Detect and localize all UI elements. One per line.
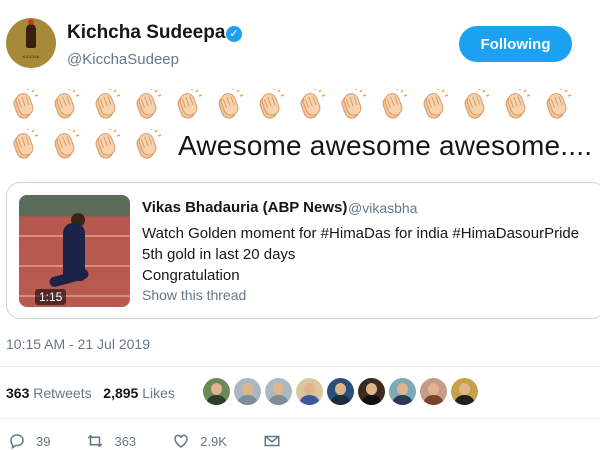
quoted-line: Congratulation [142,267,240,284]
liker-body [237,395,258,405]
liker-avatar-5[interactable] [327,378,354,405]
likes-count: 2,895 [103,385,139,401]
following-button[interactable]: Following [459,26,572,62]
liker-avatar-8[interactable] [420,378,447,405]
liker-face [273,383,284,395]
liker-face [242,383,253,395]
liker-avatar-9[interactable] [451,378,478,405]
quoted-tweet-text: Watch Golden moment for #HimaDas for ind… [142,223,579,286]
heart-icon [174,434,188,448]
clapping-hands-icon [293,89,327,123]
verified-badge-icon: ✓ [226,26,242,42]
reply-button[interactable]: 39 [8,432,50,450]
retweet-action-count: 363 [114,433,137,449]
like-action-count: 2.9K [200,433,227,449]
clapping-hands-icon [334,89,368,123]
quoted-tweet-card[interactable]: 1:15 Vikas Bhadauria (ABP News) @vikasbh… [6,182,600,319]
liker-body [392,395,413,405]
liker-face [397,383,408,395]
engagement-stats: 363 Retweets 2,895 Likes [6,385,175,401]
clap-emoji-row-2: Awesome awesome awesome.... [6,126,596,166]
quoted-author-name[interactable]: Vikas Bhadauria (ABP News) [142,199,347,216]
retweet-count: 363 [6,385,30,401]
liker-face [211,383,222,395]
likes-label: Likes [142,385,175,401]
likes-count-link[interactable]: 2,895 Likes [103,385,175,401]
quoted-line: 5th gold in last 20 days [142,246,296,263]
envelope-icon [264,435,280,447]
quoted-video-thumbnail[interactable]: 1:15 [19,195,130,307]
author-display-name[interactable]: Kichcha Sudeepa [67,22,225,44]
clapping-hands-icon [47,89,81,123]
liker-avatar-4[interactable] [296,378,323,405]
liker-face [335,383,346,395]
liker-face [428,383,439,395]
clapping-hands-icon [375,89,409,123]
clapping-hands-icon [211,89,245,123]
liker-body [268,395,289,405]
clapping-hands-icon [129,89,163,123]
liker-avatar-3[interactable] [265,378,292,405]
like-button[interactable]: 2.9K [172,432,227,450]
clapping-hands-icon [539,89,573,123]
liker-body [361,395,382,405]
liker-body [299,395,320,405]
clapping-hands-icon [88,89,122,123]
tweet-text: Awesome awesome awesome.... [6,86,596,166]
reply-icon [10,434,24,450]
retweets-label: Retweets [33,385,92,401]
liker-body [454,395,475,405]
retweet-count-link[interactable]: 363 Retweets [6,385,92,401]
liker-body [330,395,351,405]
liker-avatar-2[interactable] [234,378,261,405]
direct-message-button[interactable] [263,432,291,450]
liker-body [423,395,444,405]
video-duration: 1:15 [35,289,67,305]
clapping-hands-icon [416,89,450,123]
author-avatar[interactable]: KICCHA [6,18,56,68]
tweet-actions: 39 363 2.9K [8,432,327,450]
tweet-timestamp[interactable]: 10:15 AM - 21 Jul 2019 [6,336,150,352]
clapping-hands-icon [457,89,491,123]
quoted-author-handle[interactable]: @vikasbha [348,200,417,216]
clapping-hands-icon [498,89,532,123]
clapping-hands-icon [252,89,286,123]
retweet-icon [88,434,103,448]
show-thread-link[interactable]: Show this thread [142,287,246,303]
tweet-body-text: Awesome awesome awesome.... [178,130,593,161]
reply-count: 39 [36,433,51,449]
liker-avatar-6[interactable] [358,378,385,405]
retweet-button[interactable]: 363 [86,432,136,450]
clap-emoji-row-1 [6,86,596,126]
liker-face [366,383,377,395]
liker-avatar-7[interactable] [389,378,416,405]
clapping-hands-icon [47,129,81,163]
liker-avatars [203,378,482,405]
liker-avatar-1[interactable] [203,378,230,405]
liker-body [206,395,227,405]
clapping-hands-icon [129,129,163,163]
liker-face [304,383,315,395]
avatar-caption: KICCHA [22,54,40,59]
clapping-hands-icon [170,89,204,123]
clapping-hands-icon [6,129,40,163]
divider [0,418,600,419]
author-handle[interactable]: @KicchaSudeep [67,51,179,68]
quoted-line: Watch Golden moment for #HimaDas for ind… [142,225,580,242]
clapping-hands-icon [6,89,40,123]
clapping-hands-icon [88,129,122,163]
divider [0,366,600,367]
avatar-figure-icon [26,19,36,48]
liker-face [459,383,470,395]
